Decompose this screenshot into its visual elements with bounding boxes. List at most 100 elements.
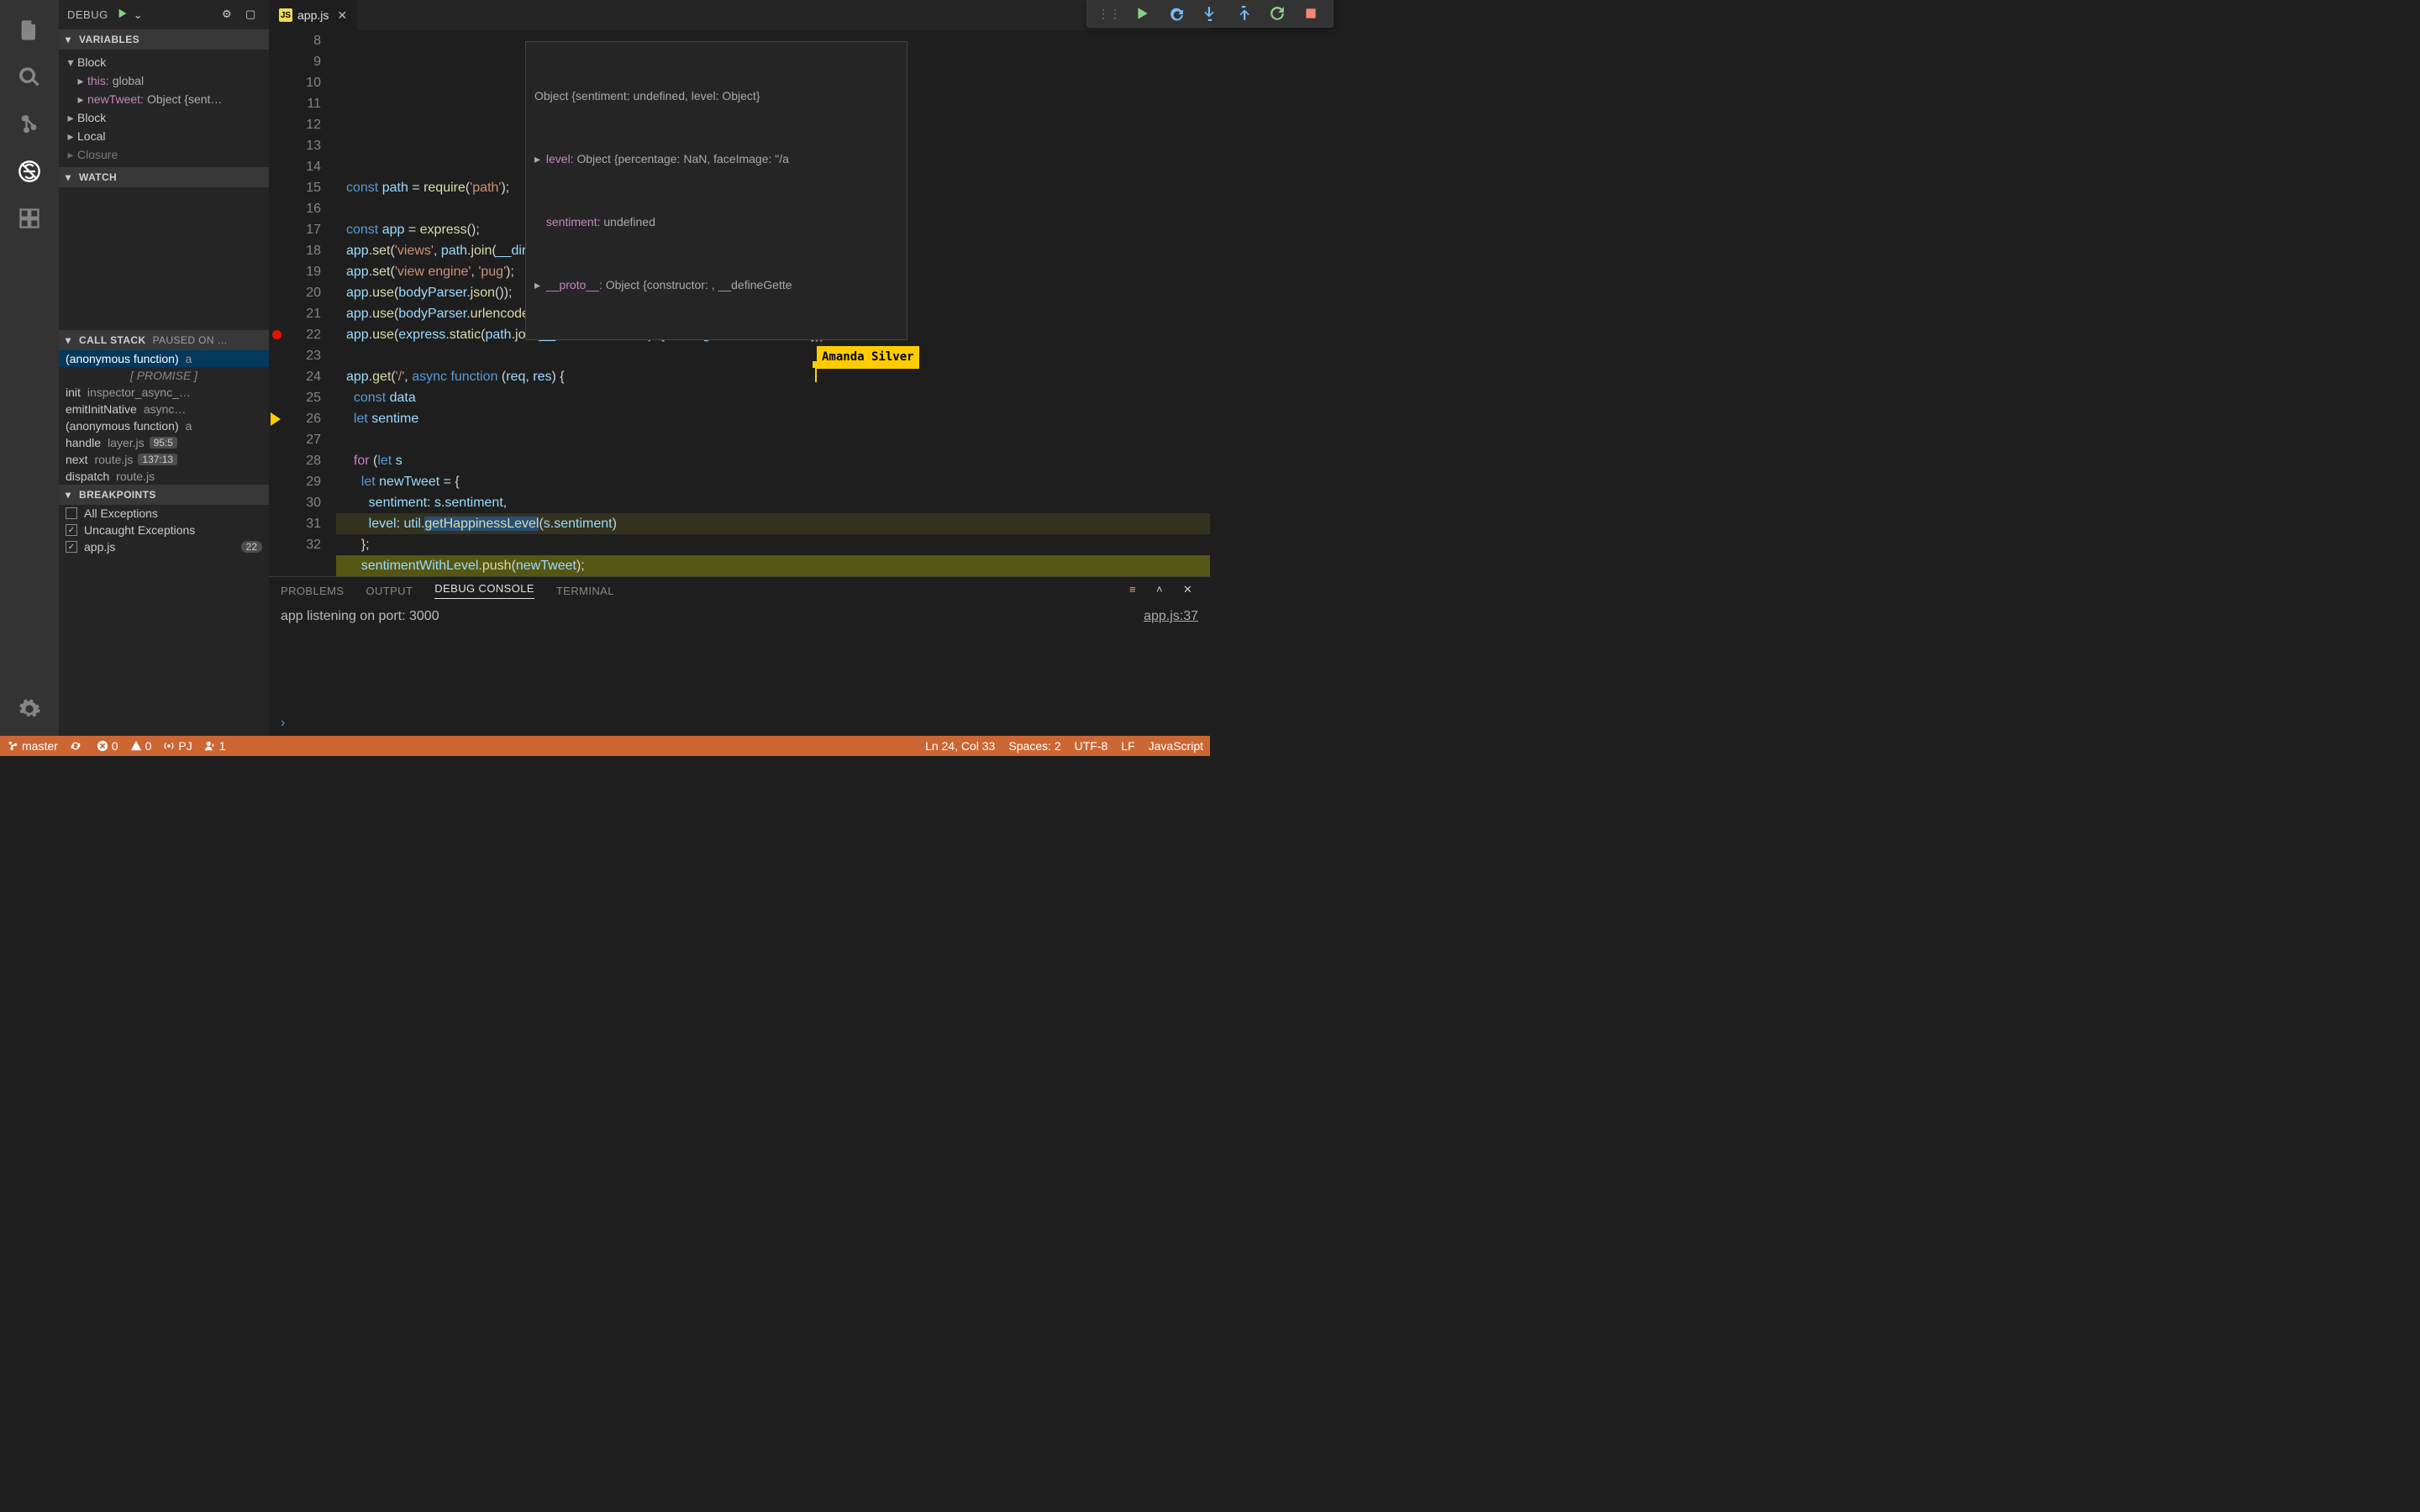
chevron-down-icon: ▾ bbox=[66, 334, 74, 346]
broadcast-icon bbox=[163, 740, 175, 752]
bp-uncaught-exceptions[interactable]: Uncaught Exceptions bbox=[59, 522, 269, 538]
callstack-body[interactable]: (anonymous function)a [ PROMISE ] initin… bbox=[59, 350, 269, 485]
status-participants[interactable]: 1 bbox=[204, 739, 226, 753]
breakpoints-body[interactable]: All Exceptions Uncaught Exceptions app.j… bbox=[59, 505, 269, 555]
code-line[interactable]: }; bbox=[336, 534, 1210, 555]
debug-sidebar: DEBUG ⌄ ⚙ ▢ ▾ VARIABLES ▾Block ▸this:glo… bbox=[59, 0, 269, 736]
scope-local[interactable]: ▸Local bbox=[59, 127, 269, 145]
tab-label: app.js bbox=[297, 8, 329, 22]
callstack-frame[interactable]: dispatchroute.js bbox=[59, 468, 269, 485]
watch-body[interactable] bbox=[59, 187, 269, 330]
scope-block-2[interactable]: ▸Block bbox=[59, 108, 269, 127]
continue-button[interactable] bbox=[1131, 3, 1155, 24]
tab-app-js[interactable]: JS app.js ✕ bbox=[269, 0, 357, 30]
code-line[interactable]: const data bbox=[336, 387, 1210, 408]
step-out-button[interactable] bbox=[1232, 3, 1255, 24]
code-editor[interactable]: 8910111213141516171819202122232425262728… bbox=[269, 30, 1210, 576]
code-line[interactable]: sentimentWithLevel.push(newTweet); bbox=[336, 555, 1210, 576]
callstack-frame[interactable]: initinspector_async_… bbox=[59, 384, 269, 401]
status-encoding[interactable]: UTF-8 bbox=[1075, 739, 1108, 753]
liveshare-cursor bbox=[815, 365, 817, 382]
status-eol[interactable]: LF bbox=[1121, 739, 1134, 753]
panel-collapse-icon[interactable]: ˄ bbox=[1156, 583, 1171, 598]
bp-all-exceptions[interactable]: All Exceptions bbox=[59, 505, 269, 522]
bp-file-appjs[interactable]: app.js22 bbox=[59, 538, 269, 555]
step-over-button[interactable] bbox=[1165, 3, 1188, 24]
people-icon bbox=[204, 740, 216, 752]
var-newtweet[interactable]: ▸newTweet:Object {sent… bbox=[59, 90, 269, 108]
panel-tabs: PROBLEMS OUTPUT DEBUG CONSOLE TERMINAL ˄… bbox=[269, 577, 1210, 604]
status-cursor-pos[interactable]: Ln 24, Col 33 bbox=[925, 739, 995, 753]
code-line[interactable]: let sentime bbox=[336, 408, 1210, 429]
status-bar: master 0 0 PJ 1 Ln 24, Col 33 Spaces: 2 … bbox=[0, 736, 1210, 756]
status-warnings[interactable]: 0 bbox=[130, 739, 152, 753]
code-line[interactable] bbox=[336, 429, 1210, 450]
callstack-frame[interactable]: (anonymous function)a bbox=[59, 417, 269, 434]
chevron-down-icon: ▾ bbox=[66, 171, 74, 183]
status-liveshare[interactable]: PJ bbox=[163, 739, 192, 753]
drag-grip-icon[interactable]: ⋮⋮ bbox=[1092, 7, 1126, 21]
debug-toolbar[interactable]: ⋮⋮ bbox=[1086, 0, 1334, 28]
status-language[interactable]: JavaScript bbox=[1149, 739, 1203, 753]
panel-tab-debug-console[interactable]: DEBUG CONSOLE bbox=[434, 582, 534, 599]
hover-prop-level[interactable]: ▸ level: Object {percentage: NaN, faceIm… bbox=[526, 149, 907, 170]
scm-icon[interactable] bbox=[9, 104, 50, 144]
debug-config-chevron-icon[interactable]: ⌄ bbox=[134, 8, 143, 22]
panel-tab-output[interactable]: OUTPUT bbox=[366, 585, 413, 597]
explorer-icon[interactable] bbox=[9, 10, 50, 50]
callstack-frame[interactable]: emitInitNativeasync… bbox=[59, 401, 269, 417]
js-file-icon: JS bbox=[279, 8, 292, 22]
close-tab-icon[interactable]: ✕ bbox=[337, 8, 347, 23]
code-line[interactable]: app.get('/', async function (req, res) { bbox=[336, 366, 1210, 387]
callstack-frame[interactable]: handlelayer.js95:5 bbox=[59, 434, 269, 451]
code-line[interactable] bbox=[336, 345, 1210, 366]
code-line[interactable]: level: util.getHappinessLevel(s.sentimen… bbox=[336, 513, 1210, 534]
status-branch[interactable]: master bbox=[7, 739, 58, 753]
debug-console-output[interactable]: app listening on port: 3000 app.js:37 bbox=[269, 604, 1210, 714]
liveshare-user-tag: Amanda Silver bbox=[817, 346, 919, 369]
hover-prop-proto[interactable]: ▸ __proto__: Object {constructor: , __de… bbox=[526, 275, 907, 296]
chevron-down-icon: ▾ bbox=[66, 489, 74, 501]
activity-bar bbox=[0, 0, 59, 736]
code-line[interactable]: sentiment: s.sentiment, bbox=[336, 492, 1210, 513]
chevron-down-icon: ▾ bbox=[66, 34, 74, 45]
scope-closure[interactable]: ▸Closure bbox=[59, 145, 269, 164]
status-errors[interactable]: 0 bbox=[97, 739, 118, 753]
code-line[interactable]: let newTweet = { bbox=[336, 471, 1210, 492]
output-source-link[interactable]: app.js:37 bbox=[1144, 609, 1198, 624]
start-debug-button[interactable] bbox=[117, 8, 129, 22]
watch-header[interactable]: ▾ WATCH bbox=[59, 167, 269, 187]
debug-console-input[interactable]: › bbox=[269, 714, 1210, 736]
status-indent[interactable]: Spaces: 2 bbox=[1008, 739, 1060, 753]
extensions-icon[interactable] bbox=[9, 198, 50, 239]
panel-close-icon[interactable]: ✕ bbox=[1183, 583, 1198, 598]
debug-hover-tooltip[interactable]: Object {sentiment: undefined, level: Obj… bbox=[525, 41, 908, 340]
debug-console-icon[interactable]: ▢ bbox=[245, 8, 260, 23]
callstack-frame[interactable]: (anonymous function)a bbox=[59, 350, 269, 367]
panel-filter-icon[interactable] bbox=[1129, 583, 1144, 598]
sidebar-header: DEBUG ⌄ ⚙ ▢ bbox=[59, 0, 269, 29]
search-icon[interactable] bbox=[9, 57, 50, 97]
step-into-button[interactable] bbox=[1198, 3, 1222, 24]
var-this[interactable]: ▸this:global bbox=[59, 71, 269, 90]
debug-icon[interactable] bbox=[9, 151, 50, 192]
settings-gear-icon[interactable] bbox=[9, 689, 50, 729]
scope-block[interactable]: ▾Block bbox=[59, 53, 269, 71]
panel-tab-terminal[interactable]: TERMINAL bbox=[556, 585, 614, 597]
error-icon bbox=[97, 740, 108, 752]
code-line[interactable]: for (let s bbox=[336, 450, 1210, 471]
restart-button[interactable] bbox=[1265, 3, 1289, 24]
hover-prop-sentiment[interactable]: sentiment: undefined bbox=[526, 212, 907, 233]
callstack-header[interactable]: ▾ CALL STACK PAUSED ON … bbox=[59, 330, 269, 350]
status-sync[interactable] bbox=[70, 740, 85, 752]
callstack-frame[interactable]: nextroute.js137:13 bbox=[59, 451, 269, 468]
branch-icon bbox=[7, 740, 18, 752]
panel-tab-problems[interactable]: PROBLEMS bbox=[281, 585, 344, 597]
breakpoints-header[interactable]: ▾ BREAKPOINTS bbox=[59, 485, 269, 505]
stop-button[interactable] bbox=[1299, 3, 1323, 24]
variables-tree[interactable]: ▾Block ▸this:global ▸newTweet:Object {se… bbox=[59, 50, 269, 167]
debug-settings-gear-icon[interactable]: ⚙ bbox=[222, 8, 237, 23]
sync-icon bbox=[70, 740, 82, 752]
variables-header[interactable]: ▾ VARIABLES bbox=[59, 29, 269, 50]
editor-area: JS app.js ✕ ⧉ ◫ ⋯ 8910111213141516171819… bbox=[269, 0, 1210, 736]
